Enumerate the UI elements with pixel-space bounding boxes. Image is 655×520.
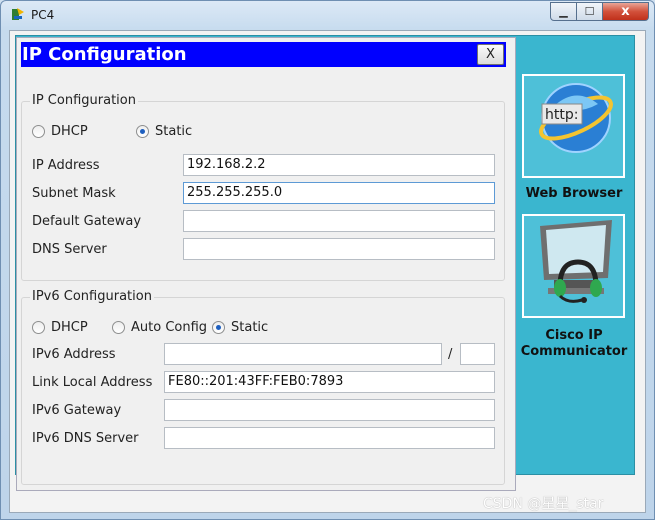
csdn-watermark: CSDN @星星_star <box>483 496 604 512</box>
dialog-title: IP Configuration <box>21 42 506 67</box>
pc4-window: PC4 ▁ ☐ x http: Web Browser Cisco IP Com… <box>0 0 655 520</box>
ip-configuration-dialog: IP Configuration X IP Configuration DHCP… <box>16 37 516 491</box>
close-icon: X <box>486 47 495 62</box>
dialog-close-button[interactable]: X <box>477 44 504 65</box>
window-title: PC4 <box>31 8 55 22</box>
http-icon-text: http: <box>545 107 578 123</box>
ipv6-address-input[interactable] <box>164 343 442 365</box>
subnet-mask-label: Subnet Mask <box>32 186 116 201</box>
ip-address-label: IP Address <box>32 158 100 173</box>
ipv4-config-group: IP Configuration DHCP Static IP Address … <box>21 93 505 281</box>
maximize-icon: ☐ <box>584 5 595 18</box>
link-local-label: Link Local Address <box>32 375 153 390</box>
ipv6-auto-config-option[interactable]: Auto Config <box>112 320 207 335</box>
ipv4-legend: IP Configuration <box>30 93 138 108</box>
ipv6-legend: IPv6 Configuration <box>30 289 154 304</box>
ipv6-static-radio[interactable] <box>212 321 225 334</box>
web-browser-tile[interactable]: http: <box>522 74 625 178</box>
ipv6-auto-config-radio[interactable] <box>112 321 125 334</box>
ipv6-address-label: IPv6 Address <box>32 347 116 362</box>
ip-communicator-label[interactable]: Cisco IP Communicator <box>517 328 631 360</box>
dns-server-input[interactable] <box>183 238 495 260</box>
ipv4-dhcp-radio[interactable] <box>32 125 45 138</box>
ipv6-auto-config-label: Auto Config <box>131 320 208 335</box>
ipv6-gateway-label: IPv6 Gateway <box>32 403 122 418</box>
ipv6-dhcp-option[interactable]: DHCP <box>32 320 88 335</box>
close-window-button[interactable]: x <box>603 2 649 21</box>
subnet-mask-input[interactable]: 255.255.255.0 <box>183 182 495 204</box>
default-gateway-input[interactable] <box>183 210 495 232</box>
ip-communicator-icon <box>540 220 612 303</box>
ipv4-static-label: Static <box>155 124 193 139</box>
ipv6-static-label: Static <box>231 320 269 335</box>
ipv6-prefix-input[interactable] <box>460 343 495 365</box>
ipv6-dns-label: IPv6 DNS Server <box>32 431 139 446</box>
prefix-separator: / <box>448 347 453 362</box>
window-controls: ▁ ☐ x <box>550 2 649 21</box>
default-gateway-label: Default Gateway <box>32 214 142 229</box>
dns-server-label: DNS Server <box>32 242 107 257</box>
web-browser-label[interactable]: Web Browser <box>517 186 631 201</box>
link-local-input[interactable]: FE80::201:43FF:FEB0:7893 <box>164 371 495 393</box>
ipv6-dns-input[interactable] <box>164 427 495 449</box>
ip-address-input[interactable]: 192.168.2.2 <box>183 154 495 176</box>
desktop-app-panel: http: Web Browser Cisco IP Communicator <box>517 64 631 470</box>
ipv6-dhcp-radio[interactable] <box>32 321 45 334</box>
window-titlebar[interactable]: PC4 ▁ ☐ x <box>1 1 654 29</box>
ipv4-static-option[interactable]: Static <box>136 124 192 139</box>
ipv4-dhcp-label: DHCP <box>51 124 88 139</box>
close-icon: x <box>621 4 630 19</box>
minimize-button[interactable]: ▁ <box>550 2 577 21</box>
ip-communicator-tile[interactable] <box>522 214 625 318</box>
maximize-button[interactable]: ☐ <box>577 2 603 21</box>
ipv6-static-option[interactable]: Static <box>212 320 268 335</box>
ipv6-dhcp-label: DHCP <box>51 320 88 335</box>
packet-tracer-icon <box>12 8 24 20</box>
minimize-icon: ▁ <box>559 5 568 18</box>
ipv4-dhcp-option[interactable]: DHCP <box>32 124 88 139</box>
ipv6-gateway-input[interactable] <box>164 399 495 421</box>
web-browser-icon: http: <box>539 83 613 153</box>
ipv6-config-group: IPv6 Configuration DHCP Auto Config Stat… <box>21 289 505 485</box>
ipv4-static-radio[interactable] <box>136 125 149 138</box>
